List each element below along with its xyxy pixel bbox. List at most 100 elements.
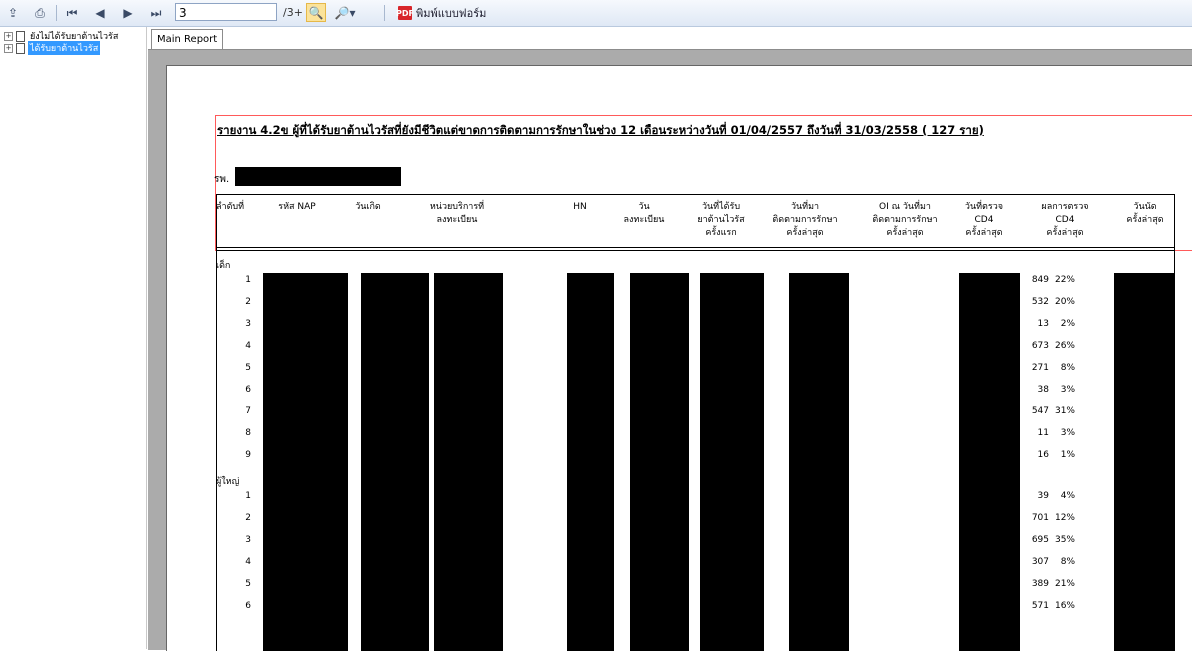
row-number: 1 [245, 275, 251, 285]
group-tree-panel: + ยังไม่ได้รับยาต้านไวรัส + ได้รับยาต้าน… [0, 27, 147, 649]
redacted-column-last-visit [789, 273, 849, 651]
toolbar-separator [56, 5, 57, 21]
table-border [1174, 194, 1175, 651]
row-number: 5 [245, 362, 251, 373]
table-border [216, 194, 1175, 195]
expand-icon[interactable]: + [4, 43, 13, 53]
zoom-dropdown-icon[interactable]: 🔎▾ [332, 4, 358, 22]
row-number: 5 [245, 578, 251, 589]
cd4-percent: 35% [1054, 534, 1075, 545]
cd4-value: 571 [1031, 600, 1049, 611]
document-icon [16, 30, 25, 42]
cd4-value: 547 [1031, 406, 1049, 417]
cd4-result: 271 8% [1027, 363, 1075, 373]
cd4-value: 13 [1037, 318, 1049, 329]
redacted-column-birthdate [361, 273, 429, 651]
cd4-percent: 31% [1054, 406, 1075, 417]
tree-item-label: ได้รับยาต้านไวรัส [28, 41, 101, 55]
cd4-result: 11 3% [1027, 428, 1075, 438]
redacted-column-nap [263, 273, 348, 651]
find-text-icon[interactable]: 🔍 [306, 3, 326, 22]
row-number: 7 [245, 406, 251, 417]
row-number: 9 [245, 450, 251, 461]
column-header: วันนัด ครั้งล่าสุด [1126, 202, 1164, 225]
report-title: รายงาน 4.2ข ผู้ที่ได้รับยาต้านไวรัสที่ยั… [217, 123, 984, 137]
cd4-value: 532 [1031, 296, 1049, 307]
report-viewer-area[interactable]: รายงาน 4.2ข ผู้ที่ได้รับยาต้านไวรัสที่ยั… [148, 49, 1192, 651]
redacted-hospital-name [235, 167, 401, 186]
cd4-value: 16 [1037, 450, 1049, 461]
cd4-percent: 3% [1060, 428, 1075, 439]
column-header: HN [573, 202, 587, 212]
cd4-percent: 20% [1054, 296, 1075, 307]
cd4-value: 389 [1031, 578, 1049, 589]
group-label: ผู้ใหญ่ [216, 477, 240, 488]
row-number: 2 [245, 296, 251, 307]
column-header: ลำดับที่ [216, 202, 245, 212]
document-icon [16, 42, 25, 54]
expand-icon[interactable]: + [4, 31, 13, 41]
next-page-icon[interactable]: ▶ [120, 4, 136, 22]
last-page-icon[interactable]: ⏭ [148, 4, 164, 22]
tab-main-report[interactable]: Main Report [151, 29, 224, 50]
cd4-value: 673 [1031, 340, 1049, 351]
cd4-percent: 22% [1054, 275, 1075, 285]
cd4-percent: 12% [1054, 513, 1075, 523]
cd4-result: 307 8% [1027, 557, 1075, 567]
group-label: เด็ก [216, 261, 231, 271]
row-number: 6 [245, 600, 251, 611]
toolbar-separator [384, 5, 385, 21]
report-viewer-toolbar: ⇪ ⎙ ⏮ ◀ ▶ ⏭ 3 /3+ 🔍 🔎▾ PDF พิมพ์แบบฟอร์ม [0, 0, 1192, 27]
export-icon[interactable]: ⇪ [4, 4, 22, 22]
page-total-label: /3+ [283, 6, 303, 19]
cd4-percent: 4% [1060, 491, 1075, 502]
redacted-column-registration-date [630, 273, 689, 651]
first-page-icon[interactable]: ⏮ [64, 4, 80, 22]
column-header: หน่วยบริการที่ ลงทะเบียน [429, 202, 485, 225]
row-number: 2 [245, 513, 251, 523]
cd4-value: 271 [1031, 362, 1049, 373]
column-header: รหัส NAP [278, 202, 316, 212]
cd4-percent: 21% [1054, 578, 1075, 589]
cd4-result: 38 3% [1027, 385, 1075, 395]
cd4-value: 701 [1031, 513, 1049, 523]
table-border [216, 250, 1175, 251]
print-icon[interactable]: ⎙ [30, 4, 50, 22]
row-number: 3 [245, 318, 251, 329]
section-guide-line [215, 115, 1192, 116]
cd4-value: 849 [1031, 275, 1049, 285]
cd4-result: 389 21% [1027, 579, 1075, 589]
redacted-column-appointment [1114, 273, 1174, 651]
tree-item-received[interactable]: + ได้รับยาต้านไวรัส [4, 41, 101, 55]
cd4-percent: 1% [1060, 450, 1075, 461]
column-header: ผลการตรวจ CD4 ครั้งล่าสุด [1041, 202, 1089, 238]
report-tab-bar: Main Report [148, 27, 1192, 50]
row-number: 4 [245, 340, 251, 351]
cd4-result: 13 2% [1027, 319, 1075, 329]
cd4-result: 701 12% [1027, 513, 1075, 523]
cd4-value: 11 [1037, 428, 1049, 439]
cd4-result: 39 4% [1027, 491, 1075, 501]
cd4-percent: 3% [1060, 384, 1075, 395]
cd4-result: 532 20% [1027, 297, 1075, 307]
cd4-percent: 8% [1060, 362, 1075, 373]
column-header: วันที่ตรวจ CD4 ครั้งล่าสุด [964, 202, 1004, 238]
page-number-input[interactable]: 3 [175, 3, 277, 21]
column-header: วันเกิด [355, 202, 381, 212]
print-form-button[interactable]: PDF พิมพ์แบบฟอร์ม [396, 3, 512, 23]
cd4-result: 571 16% [1027, 601, 1075, 611]
cd4-value: 307 [1031, 556, 1049, 567]
redacted-column-cd4-date [959, 273, 1020, 651]
cd4-percent: 26% [1054, 340, 1075, 351]
table-border [216, 247, 1175, 248]
redacted-column-service-unit [434, 273, 503, 651]
cd4-result: 16 1% [1027, 450, 1075, 460]
cd4-percent: 16% [1054, 600, 1075, 611]
row-number: 6 [245, 384, 251, 395]
row-number: 4 [245, 556, 251, 567]
row-number: 3 [245, 534, 251, 545]
previous-page-icon[interactable]: ◀ [92, 4, 108, 22]
print-form-label: พิมพ์แบบฟอร์ม [416, 7, 487, 20]
cd4-result: 695 35% [1027, 535, 1075, 545]
row-number: 1 [245, 491, 251, 502]
